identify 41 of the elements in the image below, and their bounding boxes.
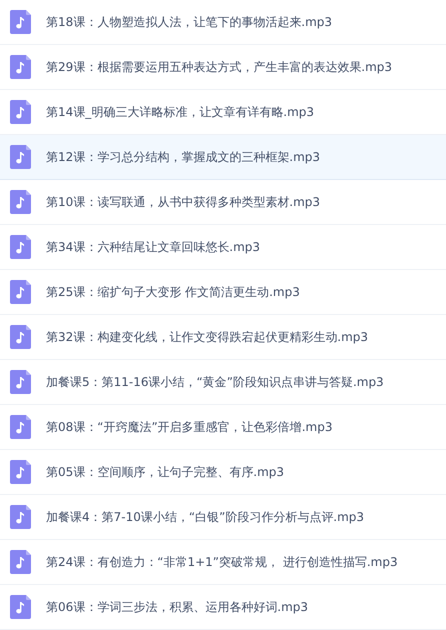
music-file-icon bbox=[10, 55, 31, 79]
file-row[interactable]: 第10课：读写联通，从书中获得多种类型素材.mp3 bbox=[0, 180, 446, 225]
file-row[interactable]: 第08课：“开窍魔法”开启多重感官，让色彩倍增.mp3 bbox=[0, 405, 446, 450]
file-name: 加餐课4：第7-10课小结，“白银”阶段习作分析与点评.mp3 bbox=[46, 508, 364, 526]
music-file-icon bbox=[10, 460, 31, 484]
file-name: 第05课：空间顺序，让句子完整、有序.mp3 bbox=[46, 464, 284, 480]
file-row[interactable]: 第29课：根据需要运用五种表达方式，产生丰富的表达效果.mp3 bbox=[0, 45, 446, 90]
file-name: 第25课：缩扩句子大变形 作文简洁更生动.mp3 bbox=[46, 284, 300, 300]
music-file-icon bbox=[10, 145, 31, 169]
file-row[interactable]: 第34课：六种结尾让文章回味悠长.mp3 bbox=[0, 225, 446, 270]
file-name: 第06课：学词三步法，积累、运用各种好词.mp3 bbox=[46, 598, 308, 616]
music-file-icon bbox=[10, 370, 31, 394]
music-file-icon bbox=[10, 100, 31, 124]
file-row[interactable]: 第32课：构建变化线，让作文变得跌宕起伏更精彩生动.mp3 bbox=[0, 315, 446, 360]
music-file-icon bbox=[10, 235, 31, 259]
file-row[interactable]: 第25课：缩扩句子大变形 作文简洁更生动.mp3 bbox=[0, 270, 446, 315]
file-name: 第08课：“开窍魔法”开启多重感官，让色彩倍增.mp3 bbox=[46, 418, 332, 436]
music-file-icon bbox=[10, 550, 31, 574]
file-row[interactable]: 第24课：有创造力：“非常1+1”突破常规， 进行创造性描写.mp3 bbox=[0, 540, 446, 585]
file-name: 加餐课5：第11-16课小结，“黄金”阶段知识点串讲与答疑.mp3 bbox=[46, 374, 384, 390]
file-name: 第29课：根据需要运用五种表达方式，产生丰富的表达效果.mp3 bbox=[46, 58, 392, 76]
music-file-icon bbox=[10, 10, 31, 34]
music-file-icon bbox=[10, 280, 31, 304]
music-file-icon bbox=[10, 190, 31, 214]
music-file-icon bbox=[10, 595, 31, 619]
music-file-icon bbox=[10, 505, 31, 529]
file-name: 第18课：人物塑造拟人法，让笔下的事物活起来.mp3 bbox=[46, 14, 332, 30]
file-name: 第12课：学习总分结构，掌握成文的三种框架.mp3 bbox=[46, 148, 320, 166]
file-name: 第14课_明确三大详略标准，让文章有详有略.mp3 bbox=[46, 104, 314, 120]
file-row[interactable]: 第06课：学词三步法，积累、运用各种好词.mp3 bbox=[0, 585, 446, 630]
music-file-icon bbox=[10, 415, 31, 439]
file-row[interactable]: 第12课：学习总分结构，掌握成文的三种框架.mp3 bbox=[0, 135, 446, 180]
file-row[interactable]: 第05课：空间顺序，让句子完整、有序.mp3 bbox=[0, 450, 446, 495]
file-name: 第32课：构建变化线，让作文变得跌宕起伏更精彩生动.mp3 bbox=[46, 328, 368, 346]
music-file-icon bbox=[10, 325, 31, 349]
file-row[interactable]: 加餐课4：第7-10课小结，“白银”阶段习作分析与点评.mp3 bbox=[0, 495, 446, 540]
file-name: 第10课：读写联通，从书中获得多种类型素材.mp3 bbox=[46, 194, 320, 210]
file-row[interactable]: 第18课：人物塑造拟人法，让笔下的事物活起来.mp3 bbox=[0, 0, 446, 45]
file-name: 第24课：有创造力：“非常1+1”突破常规， 进行创造性描写.mp3 bbox=[46, 554, 398, 570]
file-name: 第34课：六种结尾让文章回味悠长.mp3 bbox=[46, 238, 260, 256]
file-row[interactable]: 加餐课5：第11-16课小结，“黄金”阶段知识点串讲与答疑.mp3 bbox=[0, 360, 446, 405]
